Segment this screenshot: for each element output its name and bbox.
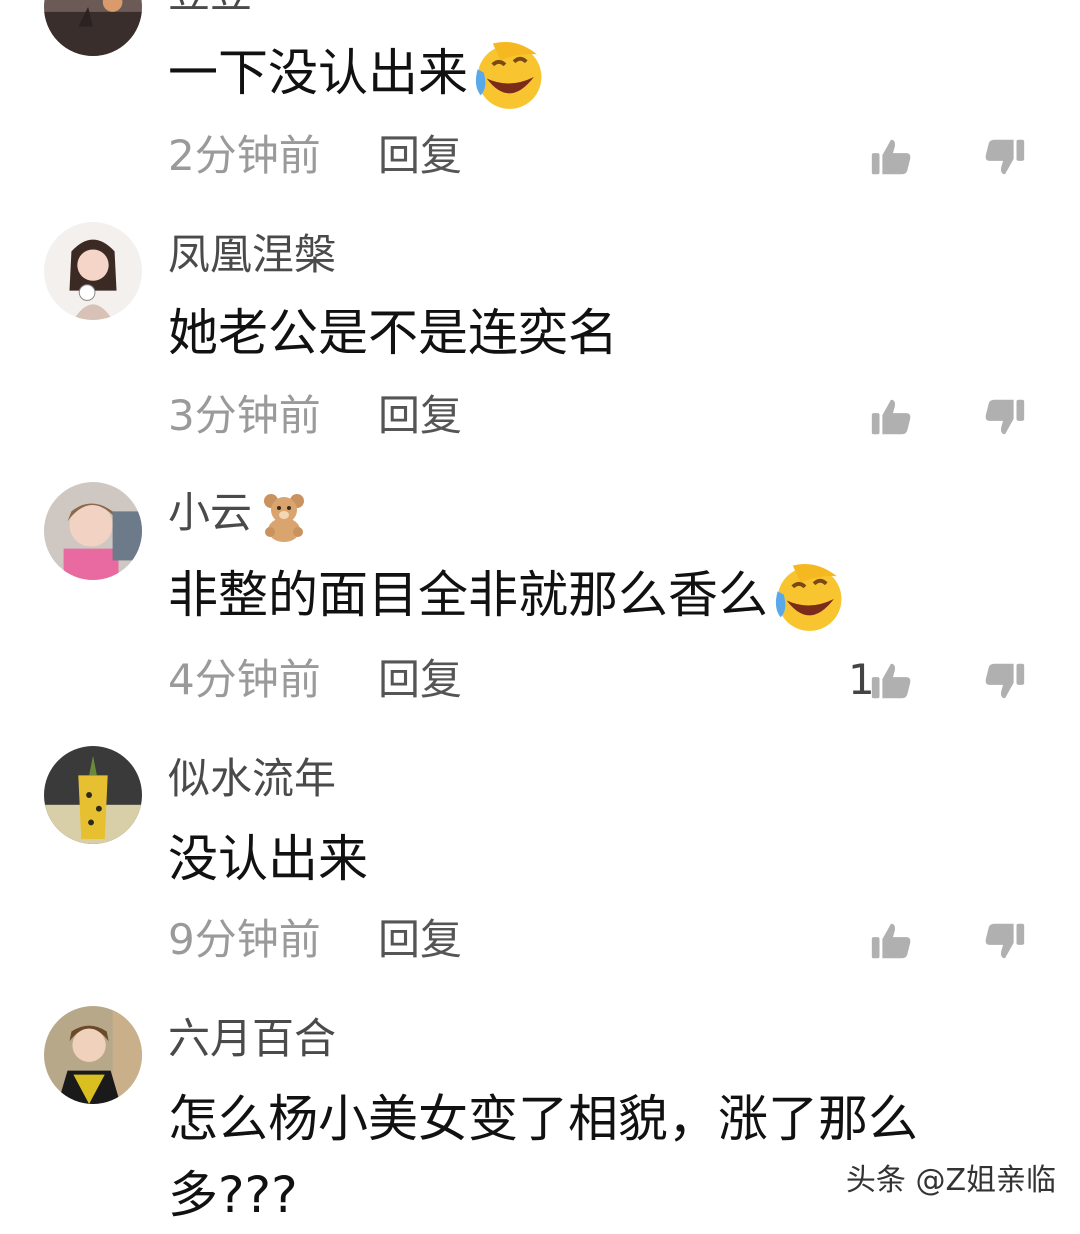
avatar[interactable] bbox=[44, 1006, 142, 1104]
thumbs-down-icon[interactable] bbox=[982, 658, 1028, 704]
teddy-bear-icon bbox=[258, 490, 310, 542]
thumbs-down-icon[interactable] bbox=[982, 134, 1028, 180]
thumbs-up-icon[interactable] bbox=[868, 658, 914, 704]
comment-time: 4分钟前 bbox=[168, 655, 321, 704]
comment-time: 9分钟前 bbox=[168, 915, 321, 964]
comment-meta: 3分钟前 回复 bbox=[168, 390, 1048, 442]
comment-text: 一下没认出来 bbox=[168, 34, 546, 115]
reply-button[interactable]: 回复 bbox=[378, 654, 462, 706]
reply-button[interactable]: 回复 bbox=[378, 914, 462, 966]
username[interactable]: 豆豆 bbox=[168, 0, 252, 18]
thumbs-up-icon[interactable] bbox=[868, 918, 914, 964]
avatar[interactable] bbox=[44, 222, 142, 320]
username-label: 小云 bbox=[168, 488, 253, 537]
comment-meta: 4分钟前 回复 1 bbox=[168, 654, 1048, 706]
username[interactable]: 小云 bbox=[168, 488, 310, 542]
laughing-tears-icon bbox=[470, 39, 546, 115]
comment-text-line: 多??? bbox=[168, 1166, 298, 1224]
laughing-tears-icon bbox=[770, 561, 846, 637]
thumbs-down-icon[interactable] bbox=[982, 394, 1028, 440]
thumbs-up-icon[interactable] bbox=[868, 134, 914, 180]
comment-meta: 9分钟前 回复 bbox=[168, 914, 1048, 966]
thumbs-up-icon[interactable] bbox=[868, 394, 914, 440]
username[interactable]: 似水流年 bbox=[168, 754, 336, 804]
comment-time: 2分钟前 bbox=[168, 131, 321, 180]
watermark: 头条 @Z姐亲临 bbox=[845, 1163, 1056, 1198]
avatar[interactable] bbox=[44, 746, 142, 844]
comment-time: 3分钟前 bbox=[168, 391, 321, 440]
username[interactable]: 六月百合 bbox=[168, 1014, 336, 1064]
comment-text: 没认出来 bbox=[168, 830, 368, 888]
comment-meta: 2分钟前 回复 bbox=[168, 130, 1048, 182]
thumbs-down-icon[interactable] bbox=[982, 918, 1028, 964]
username[interactable]: 凤凰涅槃 bbox=[168, 230, 336, 280]
comment-text: 非整的面目全非就那么香么 bbox=[168, 556, 846, 637]
comment-text-line: 怎么杨小美女变了相貌，涨了那么 bbox=[168, 1090, 918, 1148]
reply-button[interactable]: 回复 bbox=[378, 130, 462, 182]
comment-text-content: 一下没认出来 bbox=[168, 44, 468, 102]
reply-button[interactable]: 回复 bbox=[378, 390, 462, 442]
comment-text: 她老公是不是连奕名 bbox=[168, 304, 618, 362]
comment-text-content: 非整的面目全非就那么香么 bbox=[168, 566, 768, 624]
avatar[interactable] bbox=[44, 482, 142, 580]
avatar[interactable] bbox=[44, 0, 142, 56]
